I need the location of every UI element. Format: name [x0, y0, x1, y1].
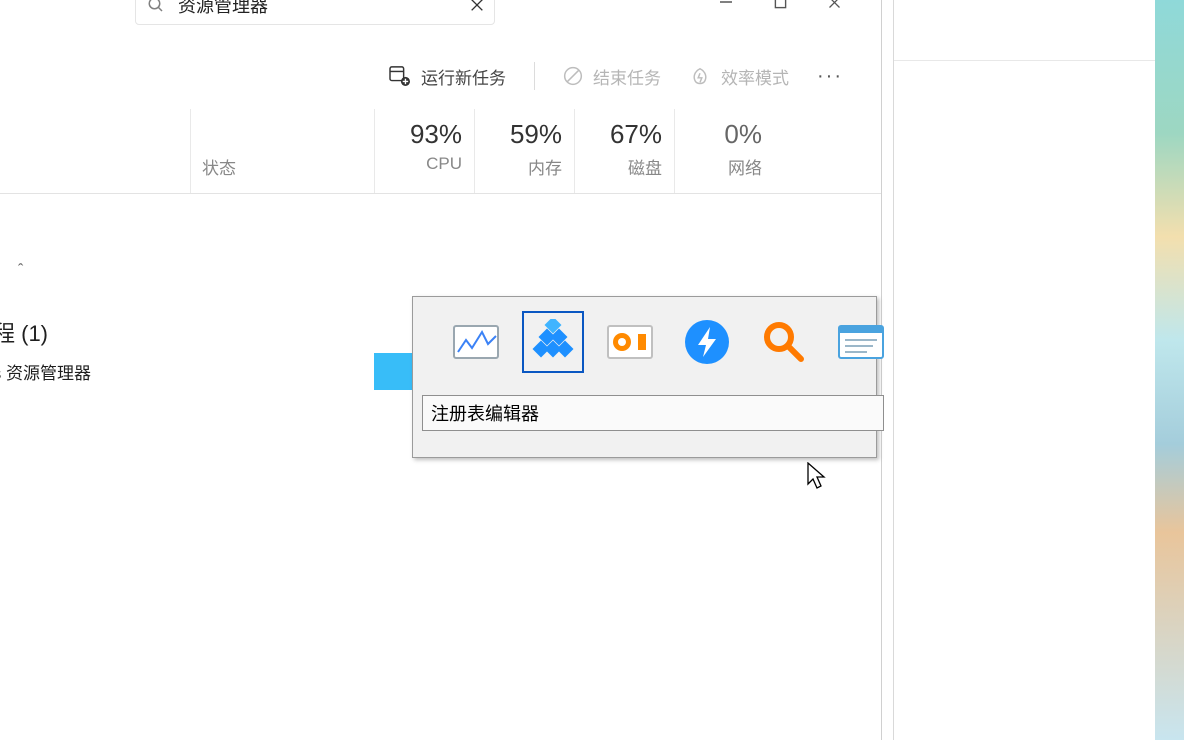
secondary-window: [893, 0, 1174, 740]
table-row[interactable]: ows 资源管理器: [0, 359, 91, 384]
cursor-icon: [807, 462, 827, 490]
network-column-header[interactable]: 0% 网络: [674, 109, 774, 194]
disk-usage-percent: 67%: [574, 119, 674, 150]
efficiency-mode-button: 效率模式: [689, 64, 789, 89]
clear-search-icon[interactable]: [460, 0, 494, 13]
everything-search-icon[interactable]: [753, 311, 815, 373]
close-button[interactable]: [807, 0, 861, 19]
state-column-label: 状态: [202, 154, 236, 179]
switcher-selected-label: 注册表编辑器: [422, 395, 884, 431]
toolbar-more-button[interactable]: ···: [817, 66, 843, 86]
search-input[interactable]: [176, 0, 460, 17]
screen-recorder-icon[interactable]: [599, 311, 661, 373]
cpu-column-header[interactable]: 93% CPU: [374, 109, 475, 194]
secondary-window-divider: [894, 60, 1172, 61]
end-task-button: 结束任务: [563, 64, 661, 89]
search-icon: [136, 0, 176, 14]
name-column-header[interactable]: ˆ: [0, 109, 191, 194]
search-box[interactable]: [135, 0, 495, 25]
titlebar: [0, 0, 881, 28]
run-new-task-button[interactable]: 运行新任务: [389, 64, 506, 89]
memory-column-label: 内存: [474, 154, 574, 179]
end-task-label: 结束任务: [593, 64, 661, 89]
memory-usage-percent: 59%: [474, 119, 574, 150]
efficiency-mode-label: 效率模式: [721, 64, 789, 89]
switcher-row: [445, 311, 892, 373]
disk-column-header[interactable]: 67% 磁盘: [574, 109, 675, 194]
toolbar-divider: [534, 62, 535, 90]
toolbar: 运行新任务 结束任务 效率模式 ···: [0, 55, 881, 97]
cpu-usage-percent: 93%: [374, 119, 474, 150]
table-row[interactable]: 进程 (1): [0, 316, 48, 348]
notepad-window-icon[interactable]: [830, 311, 892, 373]
network-column-label: 网络: [674, 154, 774, 179]
blue-bolt-icon[interactable]: [676, 311, 738, 373]
minimize-button[interactable]: [699, 0, 753, 19]
wallpaper-strip: [1155, 0, 1184, 740]
run-new-task-label: 运行新任务: [421, 64, 506, 89]
maximize-button[interactable]: [753, 0, 807, 19]
network-usage-percent: 0%: [674, 119, 774, 150]
cpu-column-label: CPU: [374, 154, 474, 174]
state-column-header[interactable]: 状态: [190, 109, 375, 194]
header-divider: [0, 193, 881, 194]
task-switcher-popup: 注册表编辑器: [412, 296, 877, 458]
column-headers: ˆ 状态 93% CPU 59% 内存 67% 磁盘 0% 网络: [0, 109, 881, 194]
memory-column-header[interactable]: 59% 内存: [474, 109, 575, 194]
registry-editor-icon[interactable]: [522, 311, 584, 373]
sort-ascending-icon: ˆ: [18, 262, 23, 280]
disk-column-label: 磁盘: [574, 154, 674, 179]
performance-monitor-icon[interactable]: [445, 311, 507, 373]
